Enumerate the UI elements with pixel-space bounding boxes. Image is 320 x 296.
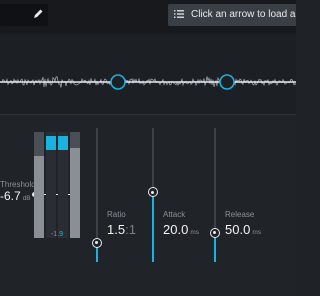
attack-unit: ms [190, 229, 199, 236]
list-icon [174, 10, 184, 18]
waveform-graph [0, 74, 297, 90]
attack-value[interactable]: 20.0 ms [163, 222, 199, 240]
gain-reduction-right-fill [58, 136, 68, 150]
gain-reduction-meter-left [46, 132, 56, 238]
header-bar: Click an arrow to load a preset [0, 0, 296, 34]
release-number: 50.0 [225, 222, 251, 237]
input-meter-right [70, 132, 80, 238]
waveform-handle-right[interactable] [219, 74, 235, 90]
threshold-number: -6.7 [0, 189, 21, 203]
waveform-handle-left[interactable] [110, 74, 126, 90]
release-value[interactable]: 50.0 ms [225, 222, 261, 240]
gain-reduction-left-fill [46, 136, 56, 150]
ratio-suffix: :1 [125, 222, 136, 237]
release-slider-knob[interactable] [210, 227, 220, 238]
pencil-icon[interactable] [32, 8, 44, 20]
preset-placeholder-text[interactable]: Click an arrow to load a preset [191, 8, 296, 22]
gain-reduction-readout: -1.9 [50, 231, 64, 238]
release-unit: ms [252, 229, 261, 236]
threshold-value[interactable]: -6.7 dB [0, 189, 31, 206]
input-meter-left-fill [34, 156, 44, 238]
waveform-display [0, 34, 297, 114]
gain-reduction-meter-right [58, 132, 68, 238]
attack-label: Attack [163, 210, 186, 219]
threshold-unit: dB [22, 195, 31, 202]
release-label: Release [225, 210, 255, 219]
ratio-label: Ratio [107, 210, 126, 219]
input-meter-right-fill [70, 148, 80, 238]
compressor-controls [0, 115, 296, 296]
attack-number: 20.0 [163, 222, 189, 237]
ratio-number: 1.5 [107, 222, 126, 237]
attack-track-fill [152, 192, 154, 262]
ratio-value[interactable]: 1.5:1 [107, 222, 136, 237]
input-meter-left [34, 132, 44, 238]
